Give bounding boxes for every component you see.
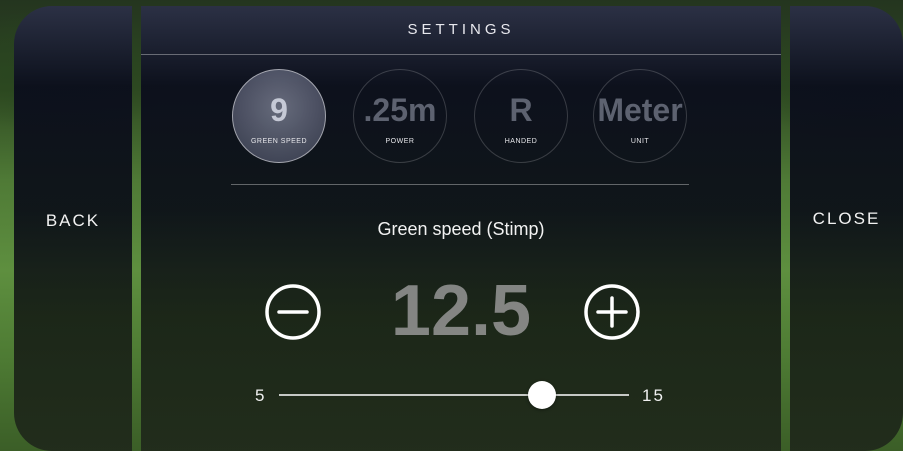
slider-min-label: 5 — [255, 386, 265, 405]
settings-panel: SETTINGS 9 GREEN SPEED .25m POWER R HAND… — [141, 6, 781, 451]
setting-title: Green speed (Stimp) — [377, 219, 545, 239]
tile-label: GREEN SPEED — [250, 138, 308, 145]
tile-label: POWER — [385, 138, 415, 145]
setting-value: 12.5 — [390, 271, 532, 351]
back-panel[interactable]: BACK — [14, 6, 132, 451]
close-panel[interactable]: CLOSE — [790, 6, 903, 451]
close-button[interactable]: CLOSE — [790, 209, 903, 229]
divider — [231, 184, 689, 185]
decrement-button[interactable] — [264, 283, 322, 341]
increment-button[interactable] — [583, 283, 641, 341]
tile-value: Meter — [597, 92, 683, 128]
tile-green-speed[interactable]: 9 GREEN SPEED — [232, 69, 326, 163]
tile-value: R — [509, 92, 533, 128]
tile-handed[interactable]: R HANDED — [474, 69, 568, 163]
setting-tiles: 9 GREEN SPEED .25m POWER R HANDED Meter … — [141, 69, 781, 169]
back-button[interactable]: BACK — [14, 211, 132, 231]
slider-thumb[interactable] — [527, 381, 556, 409]
tile-value: 9 — [270, 92, 288, 128]
tile-unit[interactable]: Meter UNIT — [593, 69, 687, 163]
tile-label: UNIT — [630, 138, 650, 145]
page-title: SETTINGS — [407, 21, 515, 38]
settings-header: SETTINGS — [141, 6, 781, 55]
minus-circle-icon — [265, 284, 321, 340]
slider-max-label: 15 — [642, 386, 665, 405]
tile-label: HANDED — [504, 138, 538, 145]
tile-value: .25m — [363, 92, 437, 128]
tile-power[interactable]: .25m POWER — [353, 69, 447, 163]
green-speed-slider[interactable] — [279, 381, 629, 409]
plus-circle-icon — [584, 284, 640, 340]
